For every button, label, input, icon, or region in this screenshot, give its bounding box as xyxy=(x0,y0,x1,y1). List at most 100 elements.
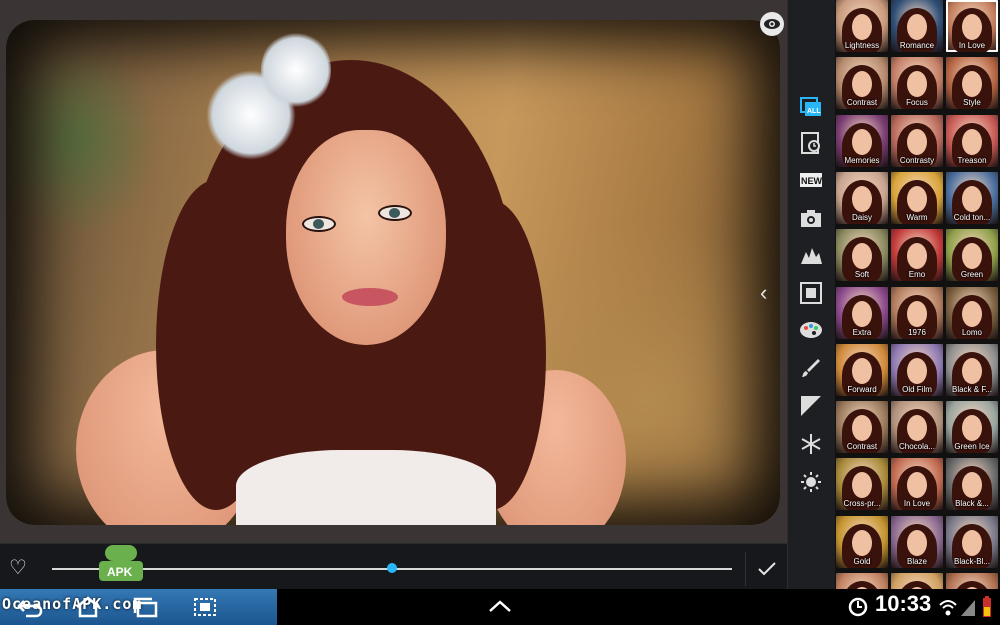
filter-thumbnail[interactable]: Lomo xyxy=(946,286,998,339)
thumbnail-face xyxy=(907,128,927,155)
filter-thumbnail[interactable]: Gold xyxy=(836,515,888,568)
wifi-icon xyxy=(939,600,957,616)
thumbnail-face xyxy=(907,357,927,384)
landscape-icon[interactable] xyxy=(799,243,823,267)
checkmark-icon xyxy=(758,562,776,576)
filter-thumbnail[interactable]: Memories xyxy=(836,114,888,167)
filter-label: Romance xyxy=(899,41,935,50)
thumbnail-face xyxy=(852,185,872,212)
filter-thumbnail[interactable]: Contrasty xyxy=(891,114,943,167)
thumbnail-face xyxy=(852,300,872,327)
filter-label: Blaze xyxy=(906,556,927,566)
thumbnail-face xyxy=(852,14,872,40)
filter-thumbnail[interactable]: Cold ton... xyxy=(946,171,998,224)
new-badge-icon[interactable]: NEW xyxy=(799,168,823,192)
frame-icon[interactable] xyxy=(799,281,823,305)
filter-label: 1976 xyxy=(908,327,926,337)
palette-icon[interactable] xyxy=(799,318,823,342)
filter-label: Green Ice xyxy=(954,442,990,452)
filter-thumbnail[interactable]: Extra xyxy=(836,286,888,339)
back-icon[interactable] xyxy=(16,595,44,619)
no-alarm-icon xyxy=(848,597,868,617)
filter-label: Contrasty xyxy=(899,155,935,165)
filter-thumbnail[interactable]: Black-Bl... xyxy=(946,515,998,568)
filter-thumbnail[interactable]: Lightness xyxy=(836,0,888,52)
recent-clock-icon[interactable] xyxy=(799,131,823,155)
edited-photo xyxy=(6,20,780,525)
filter-thumbnail[interactable]: Chocola... xyxy=(891,401,943,454)
filter-thumbnail[interactable]: Green xyxy=(946,229,998,282)
subject-hair-front xyxy=(156,180,276,510)
filter-thumbnail[interactable]: Cross-pr... xyxy=(836,458,888,511)
photo-canvas[interactable]: ‹ xyxy=(0,0,787,543)
filter-thumbnail[interactable]: Treason xyxy=(946,114,998,167)
all-badge-text: ALL xyxy=(807,108,821,115)
confirm-button[interactable] xyxy=(745,552,788,586)
camera-icon[interactable] xyxy=(799,206,823,230)
filter-thumbnail[interactable]: Daisy xyxy=(836,171,888,224)
filter-thumbnail[interactable]: 1976 xyxy=(891,286,943,339)
thumbnail-face xyxy=(962,14,982,40)
thumbnail-face xyxy=(852,243,872,270)
contrast-icon[interactable] xyxy=(799,394,823,418)
filter-label: Memories xyxy=(844,155,880,165)
thumbnail-face xyxy=(907,243,927,270)
subject-dress xyxy=(236,450,496,525)
filter-thumbnail[interactable]: Black & F... xyxy=(946,343,998,396)
filter-label: Gold xyxy=(853,556,871,566)
chevron-left-icon[interactable]: ‹ xyxy=(760,282,767,304)
all-filters-icon[interactable]: ALL xyxy=(799,94,823,118)
filter-label: In Love xyxy=(903,499,931,509)
filter-thumbnail[interactable]: Warm xyxy=(891,171,943,224)
filter-thumbnail[interactable]: Black &... xyxy=(946,458,998,511)
filter-thumbnail[interactable]: Blaze xyxy=(891,515,943,568)
thumbnail-face xyxy=(852,357,872,384)
subject-eye-left xyxy=(304,218,334,230)
filter-thumbnail[interactable]: Soft xyxy=(836,229,888,282)
thumbnail-face xyxy=(962,357,982,384)
filter-label: Warm xyxy=(906,212,928,222)
filter-label: Black & F... xyxy=(951,384,992,394)
filter-thumbnail[interactable]: Style xyxy=(946,57,998,110)
intensity-slider-knob[interactable] xyxy=(387,563,397,573)
filter-thumbnail[interactable]: Old Film xyxy=(891,343,943,396)
filter-label: In Love xyxy=(958,41,986,50)
home-icon[interactable] xyxy=(74,595,102,619)
filter-thumbnail[interactable]: Contrast xyxy=(836,57,888,110)
screenshot-icon[interactable] xyxy=(191,595,219,619)
thumbnail-face xyxy=(907,300,927,327)
filter-label: Focus xyxy=(906,98,928,108)
filter-thumbnail[interactable]: In Love xyxy=(946,0,998,52)
sun-icon[interactable] xyxy=(799,470,823,494)
filter-label: Lomo xyxy=(961,327,982,337)
filter-thumbnail[interactable]: Romance xyxy=(891,0,943,52)
filter-label: Black &... xyxy=(955,499,989,509)
filter-thumbnail[interactable]: Focus xyxy=(891,57,943,110)
thumbnail-face xyxy=(962,529,982,556)
filter-label: Chocola... xyxy=(898,442,936,452)
thumbnail-face xyxy=(907,185,927,212)
thumbnail-face xyxy=(907,415,927,442)
filter-thumbnail[interactable]: Forward xyxy=(836,343,888,396)
filter-label: Green xyxy=(960,270,984,280)
recent-apps-icon[interactable] xyxy=(132,595,160,619)
filter-thumbnail[interactable]: Green Ice xyxy=(946,401,998,454)
new-badge-text: NEW xyxy=(801,176,823,186)
filter-thumbnail[interactable]: Contrast xyxy=(836,401,888,454)
preview-eye-icon[interactable] xyxy=(760,12,784,36)
snowflake-icon[interactable] xyxy=(799,432,823,456)
filter-thumbnail[interactable]: Emo xyxy=(891,229,943,282)
filter-label: Cold ton... xyxy=(953,212,991,222)
battery-icon xyxy=(983,596,991,617)
heart-icon[interactable]: ♡ xyxy=(6,557,30,579)
thumbnail-face xyxy=(962,300,982,327)
subject-eye-right xyxy=(380,207,410,219)
filter-label: Treason xyxy=(957,155,987,165)
filter-label: Style xyxy=(963,98,981,108)
brush-icon[interactable] xyxy=(799,356,823,380)
filter-category-toolbar: ALL NEW xyxy=(787,0,836,600)
chevron-up-icon[interactable] xyxy=(486,595,514,619)
thumbnail-face xyxy=(852,415,872,442)
filter-thumbnail[interactable]: In Love xyxy=(891,458,943,511)
filter-label: Emo xyxy=(908,270,926,280)
